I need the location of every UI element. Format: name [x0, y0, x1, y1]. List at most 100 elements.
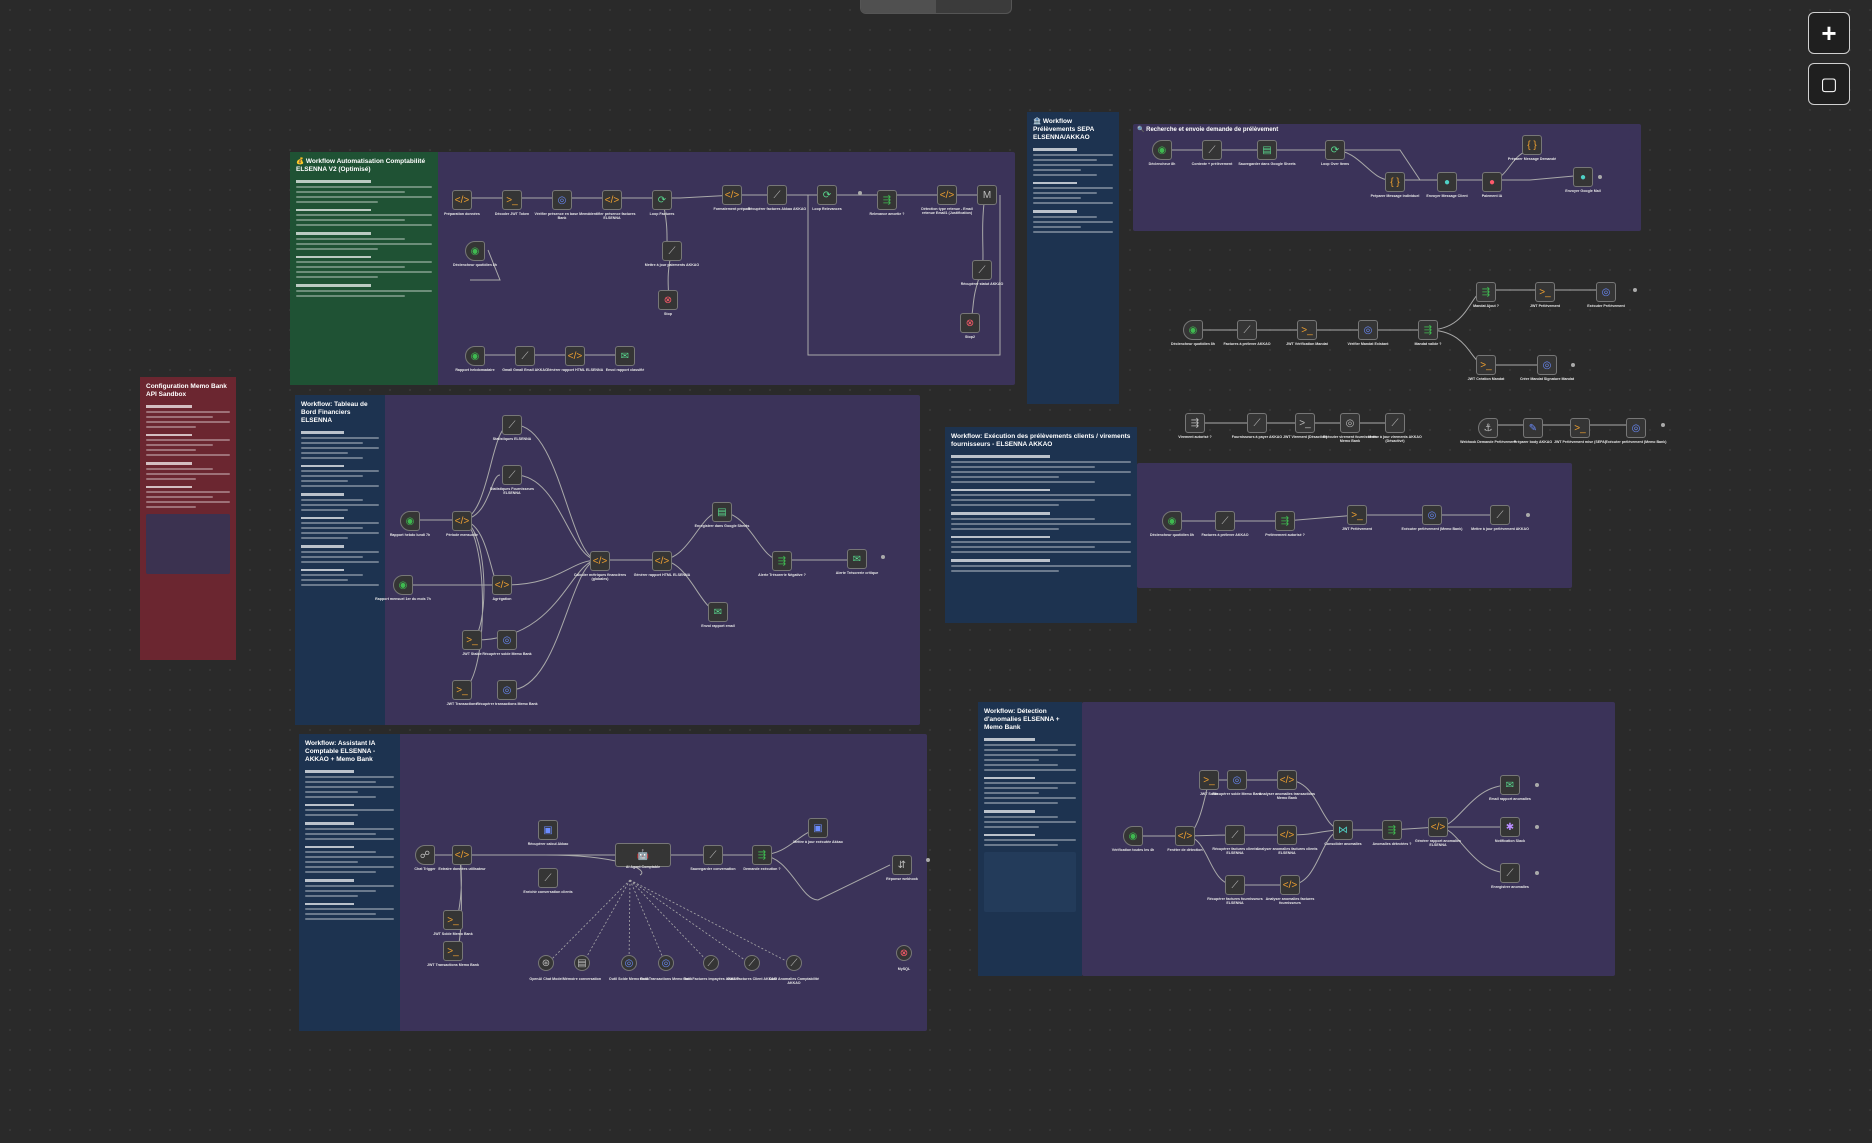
node-preparer-message[interactable]: { } Préparer Message individuel	[1371, 172, 1419, 198]
node-ai-agent[interactable]: 🤖 AI Agent Comptable	[615, 843, 671, 869]
node-mandat-ajout[interactable]: ⇶ Mandat Ajout ?	[1473, 282, 1499, 308]
node-alerte-negative[interactable]: ⇶ Alerte Trésorerie Négative ?	[758, 551, 806, 577]
node-rapport-mensuel[interactable]: ◉ Rapport mensuel 1er du mois 7h	[375, 575, 431, 601]
node-fenetre-detection[interactable]: </> Fenêtre de détection	[1167, 826, 1203, 852]
node-generer-html[interactable]: </> Générer rapport HTML ELSENNA	[634, 551, 690, 577]
node-jwt-verification[interactable]: >_ JWT Vérification Mandat	[1286, 320, 1328, 346]
node-jwt-creation-mandat[interactable]: >_ JWT Création Mandat	[1468, 355, 1504, 381]
node-generer-rapport[interactable]: </> Générer rapport HTML ELSENNA	[547, 346, 603, 372]
mode-tab-editor[interactable]	[861, 0, 936, 13]
node-sauvegarder-conversation[interactable]: ⟋ Sauvegarder conversation	[690, 845, 736, 871]
node-declencheur-quotidien-sepa[interactable]: ◉ Déclencheur quotidien 8h	[1171, 320, 1215, 346]
node-notification-slack[interactable]: ✱ Notification Slack	[1495, 817, 1525, 843]
node-prelevement-autorise[interactable]: ⇶ Prélèvement autorisé ?	[1265, 511, 1305, 537]
node-gmail-email[interactable]: ⟋ Gmail Gmail Email AKKAO	[502, 346, 548, 372]
node-memoire[interactable]: ▤ Mémoire conversation	[563, 955, 601, 981]
node-stop2[interactable]: ⊗ Stop2	[960, 313, 980, 339]
canvas-mode-switch[interactable]	[860, 0, 1012, 14]
node-preparer-demande[interactable]: { } Préparer Message Demandé	[1508, 135, 1556, 161]
node-mettre-a-jour-akkao[interactable]: ⟋ Mettre à jour paiements AKKAO	[645, 241, 699, 267]
node-webhook-demande[interactable]: ⚓ Webhook Demande Prélèvement	[1460, 418, 1516, 444]
node-anomalies-detectees[interactable]: ⇶ Anomalies détectées ?	[1373, 820, 1411, 846]
node-generer-rapport-anomalies[interactable]: </> Générer rapport anomalies ELSENNA	[1415, 817, 1461, 847]
node-periode-mensuelle[interactable]: </> Période mensuelle	[446, 511, 478, 537]
mode-tab-executions[interactable]	[936, 0, 1011, 13]
node-jwt-transactions-memo[interactable]: >_ JWT Transactions Memo Bank	[427, 941, 479, 967]
node-detection-type[interactable]: </> Détection type retenue - Email retenu…	[921, 185, 973, 215]
sticky-note-anomalies[interactable]: Workflow: Détection d'anomalies ELSENNA …	[978, 702, 1082, 976]
node-mettre-a-jour-virements[interactable]: ⟋ Mettre à jour virements AKKAO (Désactiv…	[1368, 413, 1422, 443]
node-loop-factures[interactable]: ⟳ Loop Factures	[650, 190, 674, 216]
node-creer-mandat[interactable]: ◎ Créer Mandat Signature Mandat	[1520, 355, 1574, 381]
node-verifier-memo[interactable]: ◎ Vérifier présence en base Memo Bank	[535, 190, 589, 220]
node-identifier-factures[interactable]: </> Identifier présence factures ELSENNA	[589, 190, 635, 220]
node-jwt-prelevement-sepa[interactable]: >_ JWT Prélèvement	[1530, 282, 1560, 308]
node-reponse-webhook[interactable]: ⇵ Réponse webhook	[886, 855, 918, 881]
node-enregistrer-anomalies[interactable]: ⟋ Enregistrer anomalies	[1491, 863, 1529, 889]
node-factures-a-prelever[interactable]: ⟋ Factures à prélever AKKAO	[1223, 320, 1271, 346]
node-envoyer-google-mail[interactable]: ● Envoyer Google Mail	[1565, 167, 1601, 193]
node-rapport-hebdo[interactable]: ◉ Rapport hebdomadaire	[455, 346, 495, 372]
node-openai-chat[interactable]: ⊛ OpenAI Chat Model	[529, 955, 563, 981]
node-outil-transactions[interactable]: ◎ Outil Transactions Memo Bank	[640, 955, 692, 981]
node-gmail-m[interactable]: M	[977, 185, 997, 205]
sticky-note-prelevements-sepa[interactable]: 🏦 Workflow Prélèvements SEPA ELSENNA/AKK…	[1027, 112, 1119, 404]
node-jwt-transactions[interactable]: >_ JWT Transactions	[447, 680, 477, 706]
sticky-note-comptabilite[interactable]: 💰 Workflow Automatisation Comptabilité E…	[290, 152, 438, 385]
node-outil-factures-client[interactable]: ⟋ Outil Factures Client AKKAO	[727, 955, 777, 981]
sticky-note-tableau-bord[interactable]: Workflow: Tableau de Bord Financiers ELS…	[295, 395, 385, 725]
sticky-note-assistant-ia[interactable]: Workflow: Assistant IA Comptable ELSENNA…	[299, 734, 400, 1031]
node-calculer-metriques[interactable]: </> Calculer métriques financières (globa…	[574, 551, 626, 581]
node-statistiques-fournisseurs[interactable]: ⟋ Statistiques Fournisseurs ELSENNA	[490, 465, 534, 495]
node-recuperer-statut[interactable]: ⟋ Récupérer statut AKKAO	[961, 260, 1003, 286]
node-recuperer-solde[interactable]: ◎ Récupérer solde Memo Bank	[482, 630, 532, 656]
node-executer-prelevement-exec[interactable]: ◎ Exécuter prélèvement (Memo Bank)	[1402, 505, 1462, 531]
node-decoder-jwt[interactable]: >_ Décoder JWT Token	[495, 190, 529, 216]
node-sauvegarder-sheets[interactable]: ▤ Sauvegarder dans Google Sheets	[1238, 140, 1296, 166]
node-alerte-critique[interactable]: ✉ Alerte Trésorerie critique	[836, 549, 878, 575]
node-jwt-solde-memo[interactable]: >_ JWT Solde Memo Bank	[433, 910, 473, 936]
node-executer-virement[interactable]: ◎ Exécuter virement fournisseurs Memo Ban…	[1323, 413, 1377, 443]
node-google-sheets[interactable]: ▤ Enregistrer dans Google Sheets	[695, 502, 749, 528]
node-outil-anomalies[interactable]: ⟋ Outil Anomalies Comptabilité AKKAO	[769, 955, 819, 985]
node-envoyer-message[interactable]: ● Envoyer Message Client	[1426, 172, 1468, 198]
node-declencheur-quotidien-exec[interactable]: ◉ Déclencheur quotidien 8h	[1150, 511, 1194, 537]
node-declencheur-8h[interactable]: ◉ Déclencheur 8h	[1149, 140, 1175, 166]
node-envoi-rapport[interactable]: ✉ Envoi rapport classifié	[606, 346, 644, 372]
sticky-note-memo-bank-config[interactable]: Configuration Memo Bank API Sandbox	[140, 377, 236, 660]
node-verifier-mandat[interactable]: ◎ Vérifier Mandat Existant	[1348, 320, 1388, 346]
node-agregation[interactable]: </> Agrégation	[492, 575, 512, 601]
node-formatement[interactable]: </> Formatement préparé	[714, 185, 750, 211]
node-executer-prelevement-memo[interactable]: ◎ Exécuter prélèvement (Memo Bank)	[1606, 418, 1666, 444]
node-demande-execution[interactable]: ⇶ Demande exécution ?	[743, 845, 781, 871]
node-statistiques-elsenna[interactable]: ⟋ Statistiques ELSENNA	[493, 415, 531, 441]
node-factures-prelever-exec[interactable]: ⟋ Factures à prélever AKKAO	[1201, 511, 1249, 537]
node-contexte-prelevement[interactable]: ⟋ Contexte + prélèvement	[1192, 140, 1232, 166]
node-recuperer-factures[interactable]: ⟋ Récupérer factures Akkao AKKAO	[748, 185, 806, 211]
node-preparer-body[interactable]: ✎ Préparer body AKKAO	[1514, 418, 1552, 444]
node-preparation[interactable]: </> Préparation données	[444, 190, 480, 216]
node-mysql[interactable]: ⊗ MySQL	[896, 945, 912, 971]
node-paiement-ia[interactable]: ● Paiement IA	[1482, 172, 1502, 198]
node-virement-autorise[interactable]: ⇶ Virement autorisé ?	[1178, 413, 1212, 439]
node-loop-over-items[interactable]: ⟳ Loop Over Items	[1321, 140, 1349, 166]
node-jwt-virement[interactable]: >_ JWT Virement (Désactivé)	[1283, 413, 1327, 439]
node-extraire-donnees[interactable]: </> Extraire données utilisateur	[438, 845, 486, 871]
node-fournisseurs-a-payer[interactable]: ⟋ Fournisseurs à payer AKKAO	[1232, 413, 1282, 439]
node-declencheur-quotidien[interactable]: ◉ Déclencheur quotidien 8h	[453, 241, 497, 267]
add-node-button[interactable]: +	[1808, 12, 1850, 54]
node-recuperer-calcul[interactable]: ▣ Récupérer calcul Akkao	[528, 820, 568, 846]
node-recuperer-transactions[interactable]: ◎ Récupérer transactions Memo Bank	[476, 680, 538, 706]
node-verification-4h[interactable]: ◉ Vérification toutes les 4h	[1112, 826, 1154, 852]
node-jwt-stable[interactable]: >_ JWT Stable	[462, 630, 482, 656]
node-recuperer-solde-anom[interactable]: ◎ Récupérer solde Memo Bank	[1212, 770, 1262, 796]
node-analyser-factures-clients[interactable]: </> Analyser anomalies factures clients E…	[1256, 825, 1318, 855]
node-analyser-factures-fournisseurs[interactable]: </> Analyser anomalies factures fournisse…	[1266, 875, 1314, 905]
node-mettre-a-jour-prelevement[interactable]: ⟋ Mettre à jour prélèvement AKKAO	[1471, 505, 1529, 531]
node-rapport-hebdo-lundi[interactable]: ◉ Rapport hebdo lundi 7h	[390, 511, 430, 537]
node-mandat-valide[interactable]: ⇶ Mandat valide ?	[1415, 320, 1441, 346]
node-enrichir-conversation[interactable]: ⟋ Enrichir conversation clients	[523, 868, 573, 894]
node-relevance-amortie[interactable]: ⇶ Relevance amortie ?	[870, 190, 904, 216]
node-envoi-email[interactable]: ✉ Envoi rapport email	[701, 602, 735, 628]
node-analyser-transactions[interactable]: </> Analyser anomalies transactions Memo …	[1259, 770, 1315, 800]
